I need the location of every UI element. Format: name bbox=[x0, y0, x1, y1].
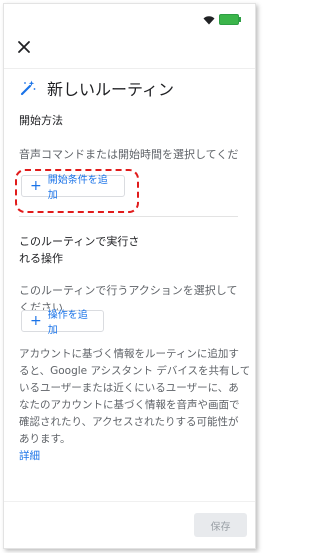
notice-line4: なたのアカウントに基づく情報を音声や画面で bbox=[19, 399, 240, 411]
add-action-label: 操作を追加 bbox=[47, 310, 88, 336]
notice-line1: アカウントに基づく情報をルーティンに追加す bbox=[19, 348, 239, 360]
actions-description-line1: このルーティンで行うアクションを選択して bbox=[19, 284, 238, 297]
notice-line5: 確認されたり、アクセスされたりする可能性が bbox=[19, 416, 239, 428]
footer-divider bbox=[4, 501, 255, 502]
title-row: 新しいルーティン bbox=[19, 76, 174, 100]
status-bar bbox=[203, 14, 241, 25]
magic-wand-icon bbox=[20, 80, 36, 96]
save-button[interactable]: 保存 bbox=[194, 513, 247, 537]
plus-icon: + bbox=[30, 313, 42, 329]
actions-heading: このルーティンで実行さ れる操作 bbox=[19, 233, 139, 267]
add-action-button[interactable]: + 操作を追加 bbox=[21, 310, 104, 336]
actions-heading-line1: このルーティンで実行さ bbox=[19, 235, 140, 248]
header-divider bbox=[4, 68, 255, 69]
account-notice: アカウントに基づく情報をルーティンに追加す ると、Google アシスタント デ… bbox=[19, 346, 250, 465]
wifi-icon bbox=[203, 15, 215, 24]
highlight-annotation bbox=[15, 169, 139, 213]
notice-line6: あります。 bbox=[19, 433, 71, 445]
close-icon[interactable] bbox=[17, 40, 31, 54]
battery-icon bbox=[219, 14, 241, 25]
start-heading: 開始方法 bbox=[19, 114, 63, 127]
start-description: 音声コマンドまたは開始時間を選択してくだ bbox=[19, 148, 239, 161]
section-divider bbox=[19, 216, 238, 217]
actions-heading-line2: れる操作 bbox=[19, 252, 63, 265]
app-frame: 新しいルーティン 開始方法 音声コマンドまたは開始時間を選択してくだ + 開始条… bbox=[3, 3, 256, 549]
notice-line3: いるユーザーまたは近くにいるユーザーに、あ bbox=[19, 382, 239, 394]
notice-line2: ると、Google アシスタント デバイスを共有して bbox=[19, 365, 251, 377]
learn-more-link[interactable]: 詳細 bbox=[19, 448, 250, 465]
page-title: 新しいルーティン bbox=[47, 80, 175, 99]
